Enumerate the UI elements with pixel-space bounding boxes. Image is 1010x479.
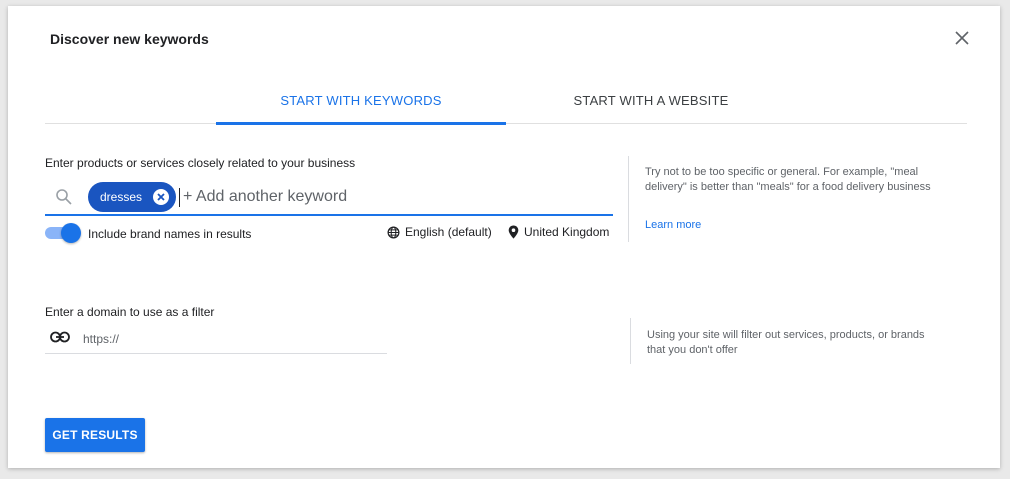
brand-names-toggle[interactable] <box>45 223 81 243</box>
dialog-title: Discover new keywords <box>50 31 209 47</box>
domain-section-label: Enter a domain to use as a filter <box>45 305 215 319</box>
brand-names-label: Include brand names in results <box>88 227 252 241</box>
tab-start-with-keywords[interactable]: START WITH KEYWORDS <box>216 90 506 125</box>
keyword-chip[interactable]: dresses <box>88 182 176 212</box>
globe-icon <box>387 226 400 238</box>
toggle-knob <box>61 223 81 243</box>
get-results-button[interactable]: GET RESULTS <box>45 418 145 452</box>
remove-chip-icon[interactable] <box>153 189 169 205</box>
keywords-section-label: Enter products or services closely relat… <box>45 156 356 170</box>
domain-input-row[interactable] <box>45 326 387 354</box>
add-keyword-input[interactable] <box>183 184 603 210</box>
location-selector[interactable]: United Kingdom <box>508 225 609 239</box>
keyword-input-row[interactable]: dresses <box>45 178 613 216</box>
domain-input[interactable] <box>83 329 373 349</box>
language-selector[interactable]: English (default) <box>387 225 492 239</box>
link-icon <box>50 330 70 348</box>
language-label: English (default) <box>405 225 492 239</box>
keyword-chip-label: dresses <box>100 190 143 204</box>
location-pin-icon <box>508 225 519 239</box>
discover-keywords-dialog: Discover new keywords START WITH KEYWORD… <box>8 6 1000 468</box>
tab-start-with-website[interactable]: START WITH A WEBSITE <box>506 90 796 124</box>
section-divider <box>628 156 629 242</box>
keywords-hint: Try not to be too specific or general. F… <box>645 166 931 193</box>
tab-bar: START WITH KEYWORDS START WITH A WEBSITE <box>45 90 967 125</box>
search-icon <box>55 188 73 206</box>
text-caret <box>179 188 180 207</box>
learn-more-link[interactable]: Learn more <box>645 219 701 231</box>
location-label: United Kingdom <box>524 225 610 239</box>
close-icon[interactable] <box>952 28 972 48</box>
domain-hint: Using your site will filter out services… <box>647 329 925 356</box>
section-divider <box>630 318 631 364</box>
